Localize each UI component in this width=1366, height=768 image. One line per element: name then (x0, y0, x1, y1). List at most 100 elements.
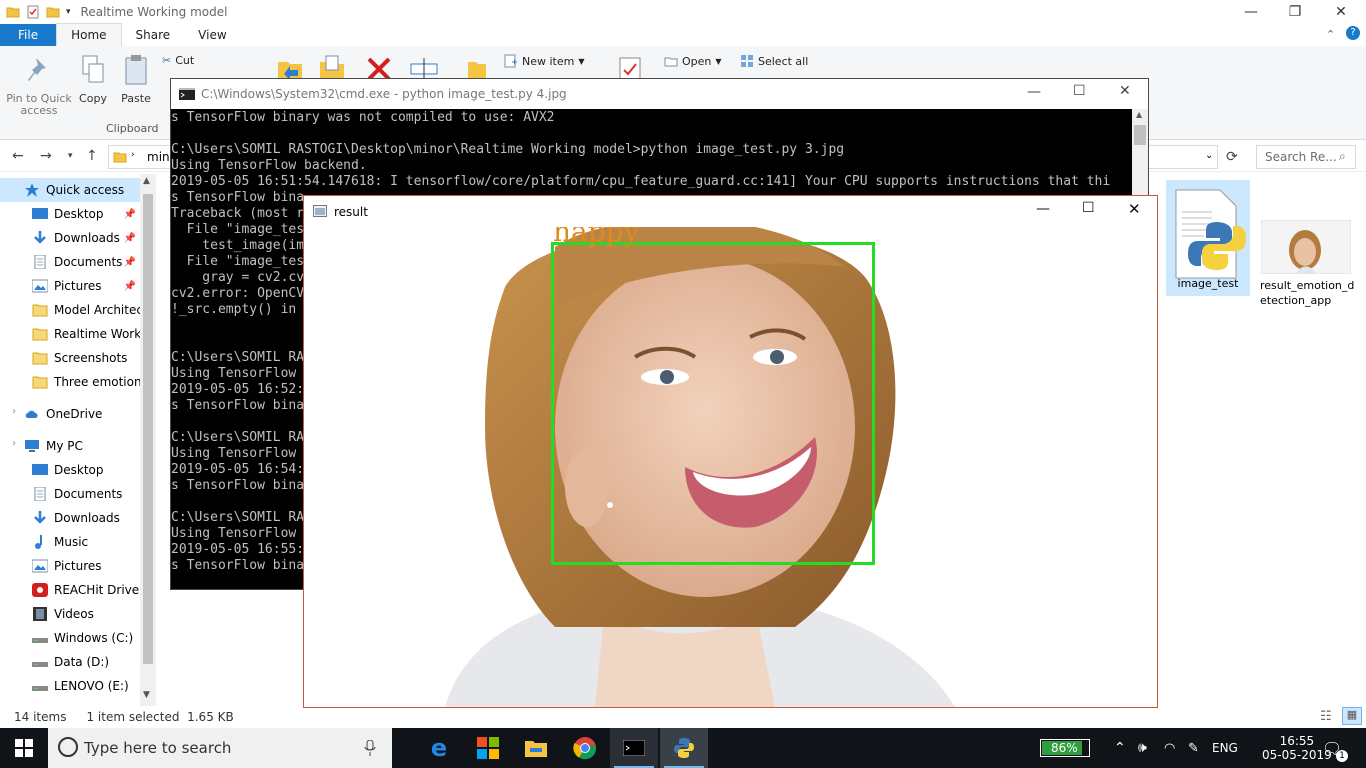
sidebar-item-realtime-workin[interactable]: Realtime Workin (0, 322, 140, 346)
sidebar-item-my-pc[interactable]: My PC (0, 434, 140, 458)
taskbar-search-box[interactable]: Type here to search (48, 728, 392, 768)
network-button[interactable]: ◠ (1164, 728, 1175, 768)
sidebar-item-windows-c[interactable]: Windows (C:) (0, 626, 140, 650)
download-icon (32, 511, 54, 525)
copy-button[interactable]: Copy (76, 54, 110, 105)
desktop-icon (32, 207, 54, 221)
cmd-maximize-button[interactable]: ☐ (1073, 83, 1086, 99)
taskbar-file-explorer[interactable] (512, 728, 560, 768)
scrollbar-thumb[interactable] (143, 194, 153, 664)
console-line: C:\Users\SOMIL RASTOGI\Desktop\minor\Rea… (171, 142, 845, 157)
taskbar-store[interactable] (464, 728, 512, 768)
search-input[interactable]: Search Re... ⌕ (1256, 145, 1356, 169)
action-center-button[interactable]: 🗨 1 (1322, 728, 1348, 768)
sidebar-item-three-emotion-t[interactable]: Three emotion t (0, 370, 140, 394)
sidebar-item-desktop[interactable]: Desktop (0, 458, 140, 482)
chevron-down-icon[interactable]: ⌄ (1205, 150, 1213, 161)
customize-toolbar-icon[interactable]: ▾ (66, 7, 71, 17)
cmd-minimize-button[interactable]: — (1027, 84, 1041, 100)
cmd-close-button[interactable]: ✕ (1119, 83, 1131, 99)
chrome-icon (573, 737, 597, 760)
minimize-button[interactable]: — (1228, 0, 1274, 24)
open-button[interactable]: Open ▼ (664, 54, 722, 68)
nav-scrollbar[interactable]: ▲ ▼ (140, 174, 156, 706)
scroll-up-icon[interactable]: ▲ (1136, 110, 1142, 119)
show-hidden-icons-button[interactable]: ⌃ (1114, 728, 1126, 768)
details-view-icon[interactable]: ☷ (1320, 709, 1332, 724)
sidebar-item-desktop[interactable]: Desktop 📌 (0, 202, 140, 226)
sidebar-item-data-d[interactable]: Data (D:) (0, 650, 140, 674)
sidebar-item-downloads[interactable]: Downloads 📌 (0, 226, 140, 250)
cut-label: Cut (175, 54, 195, 67)
cmd-title: C:\Windows\System32\cmd.exe - python ima… (201, 87, 567, 101)
tab-file[interactable]: File (0, 24, 57, 46)
file-item-result-emotion[interactable]: result_emotion_d etection_app (1258, 219, 1354, 308)
properties-icon[interactable] (26, 5, 40, 19)
tab-view[interactable]: View (184, 24, 240, 46)
ribbon-expand-icon[interactable]: ⌃ (1326, 28, 1335, 41)
large-icons-view-icon[interactable]: ▦ (1342, 707, 1362, 725)
close-button[interactable]: ✕ (1318, 0, 1364, 24)
sidebar-item-model-architect[interactable]: Model Architect (0, 298, 140, 322)
breadcrumb-chevron-icon: › (131, 150, 135, 160)
sidebar-item-quick-access[interactable]: Quick access (0, 178, 140, 202)
file-item-image-test[interactable]: image_test (1166, 180, 1250, 296)
taskbar-edge[interactable]: e (415, 728, 463, 768)
sidebar-item-onedrive[interactable]: OneDrive (0, 402, 140, 426)
start-button[interactable] (0, 728, 48, 768)
refresh-icon[interactable]: ⟳ (1226, 149, 1238, 165)
sidebar-item-videos[interactable]: Videos (0, 602, 140, 626)
taskbar-python[interactable] (660, 728, 708, 768)
select-all-button[interactable]: Select all (740, 54, 808, 68)
folder-icon[interactable] (6, 5, 20, 19)
console-line: s TensorFlow binary was not compiled to … (171, 110, 555, 125)
volume-button[interactable]: 🕪 (1138, 728, 1147, 768)
chevron-right-icon[interactable]: › (12, 406, 16, 417)
sidebar-item-lenovo-e[interactable]: LENOVO (E:) (0, 674, 140, 698)
new-folder-icon[interactable] (46, 5, 60, 19)
scrollbar-thumb[interactable] (1134, 125, 1146, 145)
up-icon[interactable]: ↑ (86, 148, 98, 164)
sidebar-item-documents[interactable]: Documents 📌 (0, 250, 140, 274)
language-indicator[interactable]: ENG (1212, 728, 1238, 768)
cut-button[interactable]: ✂ Cut (162, 54, 194, 67)
result-minimize-button[interactable]: — (1036, 201, 1050, 217)
sidebar-item-reachit-drive[interactable]: REACHit Drive (0, 578, 140, 602)
scroll-up-icon[interactable]: ▲ (143, 176, 150, 186)
paste-button[interactable]: Paste (118, 54, 154, 105)
result-close-button[interactable]: ✕ (1128, 200, 1141, 218)
pen-workspace-button[interactable]: ✎ (1188, 728, 1199, 768)
maximize-button[interactable]: ❐ (1272, 0, 1318, 24)
taskbar-chrome[interactable] (561, 728, 609, 768)
emotion-label: happy (553, 227, 640, 248)
chevron-down-icon: ▼ (715, 56, 722, 66)
scroll-down-icon[interactable]: ▼ (143, 690, 150, 700)
tab-share[interactable]: Share (122, 24, 185, 46)
face-detection-box (551, 242, 875, 565)
forward-icon[interactable]: → (40, 148, 52, 164)
pin-to-quick-access-button[interactable]: Pin to Quick access (6, 54, 72, 117)
microphone-icon[interactable] (364, 740, 376, 756)
sidebar-item-pictures[interactable]: Pictures (0, 554, 140, 578)
chevron-right-icon[interactable]: › (12, 438, 16, 449)
folder-icon (113, 152, 127, 163)
recent-locations-icon[interactable]: ▾ (68, 151, 73, 161)
clock-time: 16:55 (1279, 734, 1315, 748)
sidebar-item-screenshots[interactable]: Screenshots (0, 346, 140, 370)
sidebar-item-documents[interactable]: Documents (0, 482, 140, 506)
taskbar-cmd[interactable] (610, 728, 658, 768)
battery-indicator[interactable]: 86% (1040, 728, 1090, 768)
back-icon[interactable]: ← (12, 148, 24, 164)
result-maximize-button[interactable]: ☐ (1082, 200, 1095, 216)
sidebar-item-pictures[interactable]: Pictures 📌 (0, 274, 140, 298)
new-item-icon (504, 54, 517, 68)
explorer-titlebar: ▾ Realtime Working model — ❐ ✕ (0, 0, 1366, 24)
help-icon[interactable]: ? (1346, 26, 1360, 40)
sidebar-item-music[interactable]: Music (0, 530, 140, 554)
new-item-button[interactable]: New item ▼ (504, 54, 585, 68)
tab-home[interactable]: Home (56, 23, 122, 46)
drive-icon (32, 679, 54, 693)
copy-label: Copy (79, 92, 107, 105)
copy-icon (82, 55, 104, 83)
sidebar-item-downloads[interactable]: Downloads (0, 506, 140, 530)
